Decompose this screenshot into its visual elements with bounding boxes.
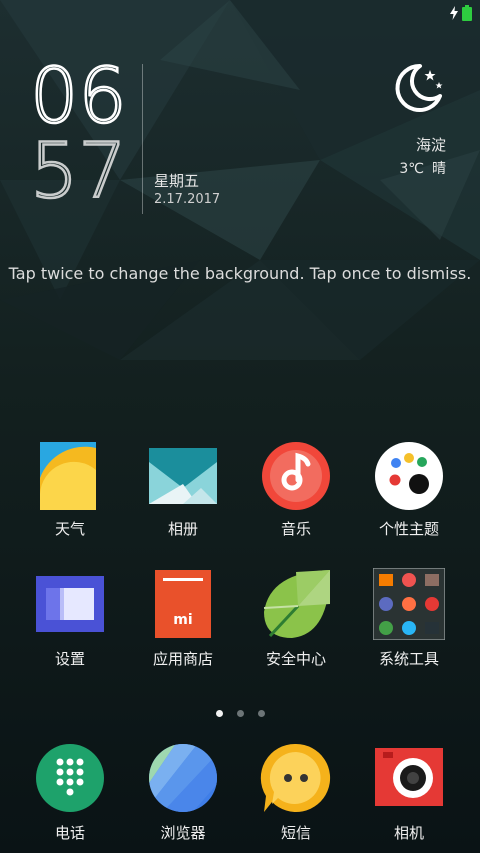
app-store[interactable]: mi 应用商店 bbox=[128, 568, 238, 669]
app-store-icon: mi bbox=[155, 570, 211, 638]
clock-hour: 06 bbox=[29, 51, 128, 140]
system-tools-folder-icon bbox=[373, 568, 445, 640]
app-gallery[interactable]: 相册 bbox=[128, 438, 238, 539]
app-music[interactable]: 音乐 bbox=[241, 438, 351, 539]
app-grid: 天气 相册 音乐 个性主题 设置 mi 应用商店 安全中心 系统工具 bbox=[0, 438, 480, 698]
moon-icon bbox=[395, 63, 443, 112]
app-label: 浏览器 bbox=[160, 824, 206, 842]
app-camera[interactable]: 相机 bbox=[354, 742, 464, 843]
clock-date: 2.17.2017 bbox=[154, 192, 221, 207]
weather-widget[interactable]: 海淀 3℃ 晴 bbox=[326, 60, 446, 180]
app-label: 天气 bbox=[54, 520, 85, 538]
app-label: 相册 bbox=[167, 520, 198, 538]
wallpaper-hint[interactable]: Tap twice to change the background. Tap … bbox=[0, 264, 480, 283]
messages-app-icon bbox=[260, 743, 331, 812]
app-themes[interactable]: 个性主题 bbox=[354, 438, 464, 539]
temperature-value: 3℃ bbox=[399, 161, 424, 177]
app-security[interactable]: 安全中心 bbox=[241, 568, 351, 669]
app-system-tools-folder[interactable]: 系统工具 bbox=[354, 568, 464, 669]
weather-city: 海淀 bbox=[415, 136, 446, 154]
app-label: 电话 bbox=[54, 824, 85, 842]
app-label: 个性主题 bbox=[378, 520, 439, 538]
app-label: 相机 bbox=[393, 824, 424, 842]
themes-app-icon bbox=[375, 442, 443, 510]
app-settings[interactable]: 设置 bbox=[15, 568, 125, 669]
app-row: 设置 mi 应用商店 安全中心 系统工具 bbox=[0, 568, 480, 698]
app-phone[interactable]: 电话 bbox=[15, 742, 125, 843]
app-messages[interactable]: 短信 bbox=[241, 742, 351, 843]
settings-app-icon bbox=[36, 576, 104, 632]
camera-app-icon bbox=[375, 748, 443, 806]
clock-widget[interactable]: 06 57 星期五 2.17.2017 bbox=[29, 51, 230, 218]
app-label: 音乐 bbox=[280, 520, 311, 538]
dock: 电话 浏览器 短信 相机 bbox=[0, 742, 480, 853]
weather-app-icon bbox=[40, 442, 96, 510]
app-label: 安全中心 bbox=[265, 650, 326, 668]
svg-text:mi: mi bbox=[173, 612, 192, 628]
clock-divider bbox=[142, 64, 143, 214]
weather-temperature: 3℃ 晴 bbox=[399, 158, 446, 178]
music-app-icon bbox=[262, 442, 330, 510]
page-dot[interactable] bbox=[236, 710, 244, 717]
browser-app-icon bbox=[149, 744, 217, 812]
weather-condition: 晴 bbox=[432, 161, 446, 177]
clock-weekday: 星期五 bbox=[154, 172, 200, 190]
gallery-app-icon bbox=[149, 448, 217, 504]
security-app-icon bbox=[263, 570, 330, 638]
app-label: 应用商店 bbox=[152, 650, 213, 668]
page-dot[interactable] bbox=[215, 710, 223, 717]
app-label: 系统工具 bbox=[378, 650, 439, 668]
app-weather[interactable]: 天气 bbox=[15, 438, 125, 539]
app-label: 设置 bbox=[54, 650, 85, 668]
battery-icon bbox=[462, 5, 472, 21]
page-dot[interactable] bbox=[257, 710, 265, 717]
page-indicator bbox=[0, 702, 480, 721]
app-label: 短信 bbox=[280, 824, 311, 842]
status-bar bbox=[0, 0, 480, 28]
phone-app-icon bbox=[36, 744, 104, 812]
clock-minute: 57 bbox=[29, 126, 128, 215]
charging-icon bbox=[450, 6, 458, 20]
app-row: 天气 相册 音乐 个性主题 bbox=[0, 438, 480, 568]
app-browser[interactable]: 浏览器 bbox=[128, 742, 238, 843]
